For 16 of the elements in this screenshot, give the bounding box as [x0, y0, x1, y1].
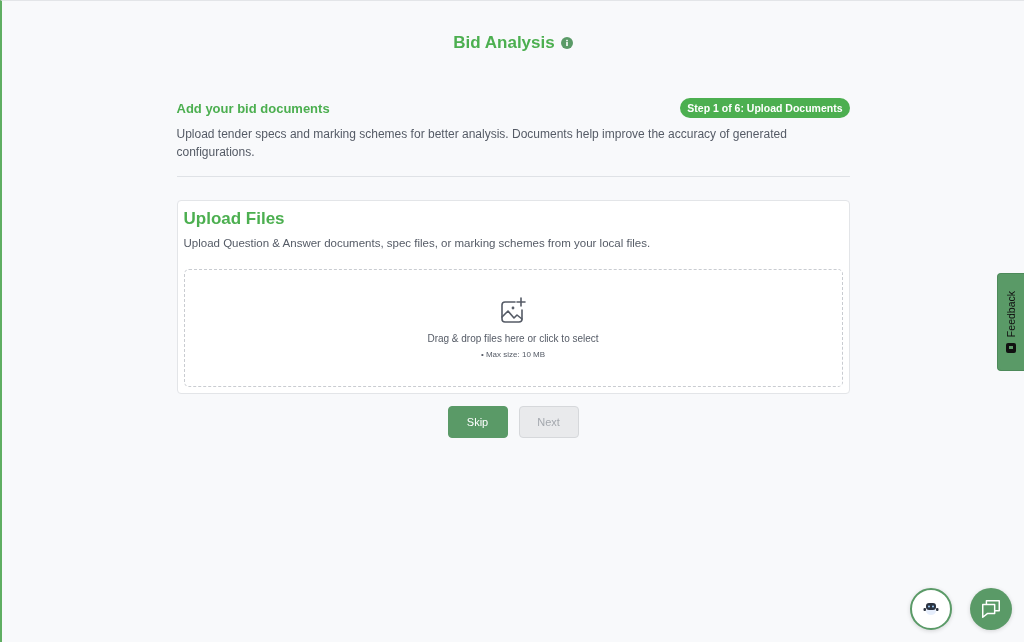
page-title: Bid Analysis: [453, 33, 555, 53]
dropzone-prompt: Drag & drop files here or click to select: [427, 333, 599, 344]
size-hint: • Max size: 10 MB: [480, 350, 546, 359]
section-description: Upload tender specs and marking schemes for better analysis. Documents help improve the accuracy of generated configurations.: [176, 126, 788, 161]
skip-button[interactable]: Skip: [447, 406, 508, 438]
robot-icon: [923, 602, 939, 616]
feedback-tab[interactable]: Feedback: [997, 273, 1024, 371]
file-dropzone[interactable]: Drag & drop files here or click to select • Max size: 10 MB: [183, 269, 843, 387]
assistant-button[interactable]: [910, 588, 952, 630]
card-description: Upload Question & Answer documents, spec files, or marking schemes from your local files.: [183, 237, 652, 249]
card-title: Upload Files: [183, 209, 286, 229]
section-heading: Add your bid documents: [176, 100, 330, 116]
info-icon[interactable]: [560, 37, 573, 49]
step-badge: Step 1 of 6: Upload Documents: [680, 98, 850, 118]
image-add-icon: [499, 297, 527, 325]
chat-button[interactable]: [970, 588, 1012, 630]
